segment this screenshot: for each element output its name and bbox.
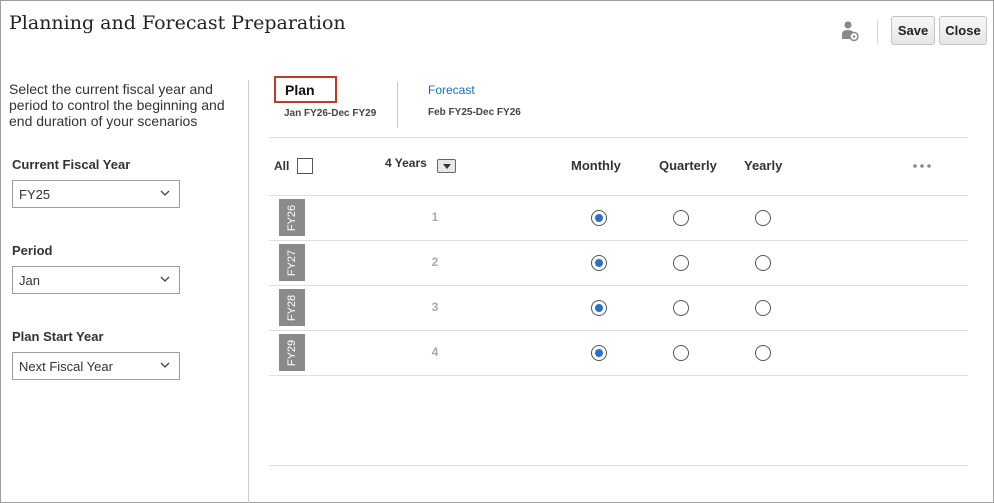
radio-quarterly-fy28[interactable]: [673, 300, 689, 316]
row-number: 4: [431, 345, 439, 359]
more-horizontal-icon[interactable]: [912, 158, 932, 172]
period-select[interactable]: Jan: [12, 266, 180, 294]
all-label: All: [274, 159, 290, 173]
plan-start-year-label: Plan Start Year: [12, 329, 104, 344]
radio-quarterly-fy29[interactable]: [673, 345, 689, 361]
instructions-text: Select the current fiscal year and perio…: [9, 81, 225, 129]
row-divider: [269, 285, 968, 286]
chevron-down-icon: [160, 362, 170, 368]
radio-quarterly-fy26[interactable]: [673, 210, 689, 226]
radio-monthly-fy29[interactable]: [591, 345, 607, 361]
radio-yearly-fy26[interactable]: [755, 210, 771, 226]
chevron-down-icon: [160, 276, 170, 282]
radio-yearly-fy28[interactable]: [755, 300, 771, 316]
header-separator: [877, 20, 878, 44]
current-fiscal-year-label: Current Fiscal Year: [12, 157, 131, 172]
radio-quarterly-fy27[interactable]: [673, 255, 689, 271]
fy-tag: FY28: [279, 289, 305, 326]
radio-yearly-fy29[interactable]: [755, 345, 771, 361]
all-checkbox[interactable]: [297, 158, 313, 174]
plan-start-year-select[interactable]: Next Fiscal Year: [12, 352, 180, 380]
column-header-quarterly: Quarterly: [659, 158, 717, 173]
current-fiscal-year-select[interactable]: FY25: [12, 180, 180, 208]
dialog-frame: [0, 0, 994, 503]
row-divider: [269, 240, 968, 241]
period-label: Period: [12, 243, 53, 258]
period-value: Jan: [19, 272, 40, 288]
fy-tag: FY27: [279, 244, 305, 281]
forecast-range: Feb FY25-Dec FY26: [428, 107, 521, 118]
current-fiscal-year-value: FY25: [19, 186, 51, 202]
radio-yearly-fy27[interactable]: [755, 255, 771, 271]
fy-tag: FY26: [279, 199, 305, 236]
row-number: 1: [431, 210, 439, 224]
row-number: 2: [431, 255, 439, 269]
column-header-yearly: Yearly: [744, 158, 783, 173]
radio-monthly-fy27[interactable]: [591, 255, 607, 271]
column-header-monthly: Monthly: [571, 158, 621, 173]
plan-start-year-value: Next Fiscal Year: [19, 358, 113, 374]
row-divider: [269, 375, 968, 376]
plan-range: Jan FY26-Dec FY29: [284, 108, 377, 119]
row-divider: [269, 330, 968, 331]
years-label: 4 Years: [385, 156, 427, 170]
fy-tag: FY29: [279, 334, 305, 371]
close-button[interactable]: Close: [939, 16, 987, 45]
page-title: Planning and Forecast Preparation: [9, 12, 346, 34]
row-number: 3: [431, 300, 439, 314]
tab-plan[interactable]: Plan: [274, 76, 337, 103]
years-dropdown-button[interactable]: [437, 159, 456, 173]
save-button[interactable]: Save: [891, 16, 935, 45]
radio-monthly-fy26[interactable]: [591, 210, 607, 226]
user-settings-icon[interactable]: [841, 20, 859, 42]
chevron-down-icon: [160, 190, 170, 196]
tab-forecast[interactable]: Forecast: [428, 83, 475, 97]
panel-divider: [248, 80, 249, 503]
radio-monthly-fy28[interactable]: [591, 300, 607, 316]
grid-top-divider: [269, 137, 968, 138]
grid-bottom-divider: [269, 465, 968, 466]
grid-header-divider: [269, 195, 968, 196]
tab-separator: [397, 82, 398, 128]
